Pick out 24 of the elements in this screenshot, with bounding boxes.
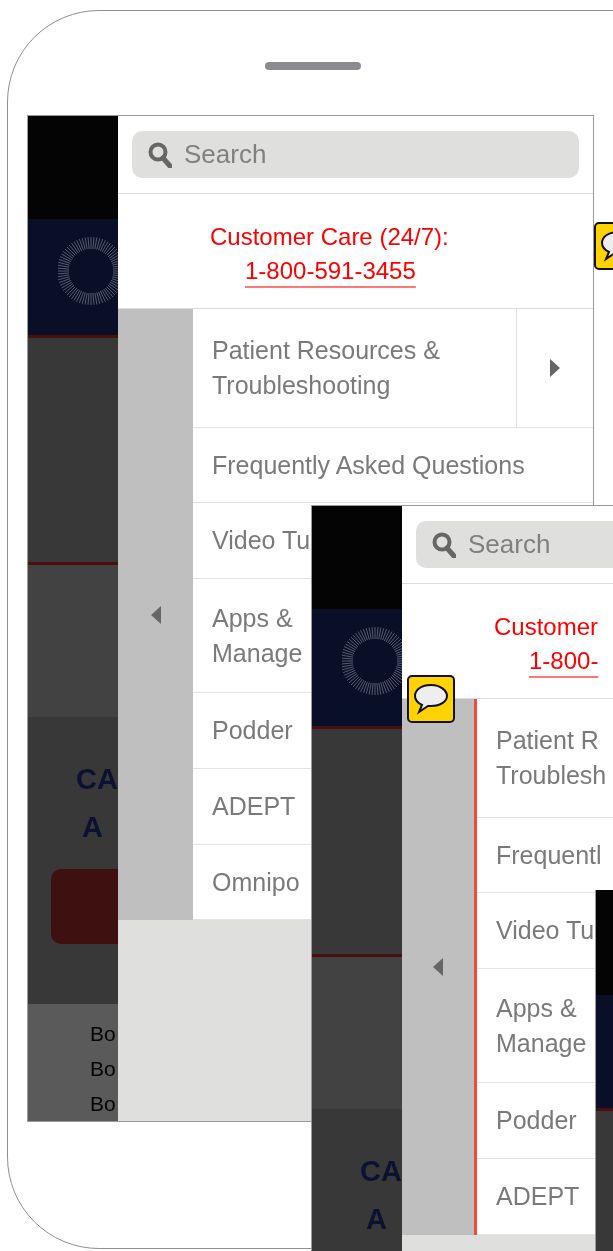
caret-right-icon (550, 359, 560, 377)
body-text: Bo (90, 1056, 116, 1082)
phone-link[interactable]: 1-800- (529, 644, 599, 678)
body-text: Bo (90, 1021, 116, 1047)
menu-item[interactable]: Video Tu (477, 893, 595, 969)
search-icon (432, 531, 456, 558)
back-arrow-icon (433, 958, 443, 976)
menu-item[interactable]: Podder (477, 1083, 595, 1159)
customer-care-label: Customer (494, 612, 599, 642)
chat-icon[interactable] (407, 675, 455, 723)
menu-item[interactable]: Patient R Troublesh (477, 699, 613, 818)
search-placeholder: Search (184, 138, 267, 171)
search-field[interactable]: Search (132, 131, 579, 178)
back-arrow-icon (150, 605, 161, 624)
menu-item[interactable]: Apps & Manage (477, 969, 595, 1083)
search-placeholder: Search (468, 528, 551, 561)
menu-item[interactable]: Patient Resources & Troubleshooting (193, 309, 593, 428)
customer-care-label: Customer Care (24/7): (210, 222, 449, 252)
phone-link[interactable]: 1-800-591-3455 (245, 254, 416, 288)
search-icon (148, 141, 172, 168)
search-field[interactable]: Search (416, 521, 613, 568)
menu-item[interactable]: Frequently Asked Questions (193, 428, 593, 503)
action-button[interactable] (51, 868, 118, 944)
body-text: Bo (90, 1091, 116, 1117)
